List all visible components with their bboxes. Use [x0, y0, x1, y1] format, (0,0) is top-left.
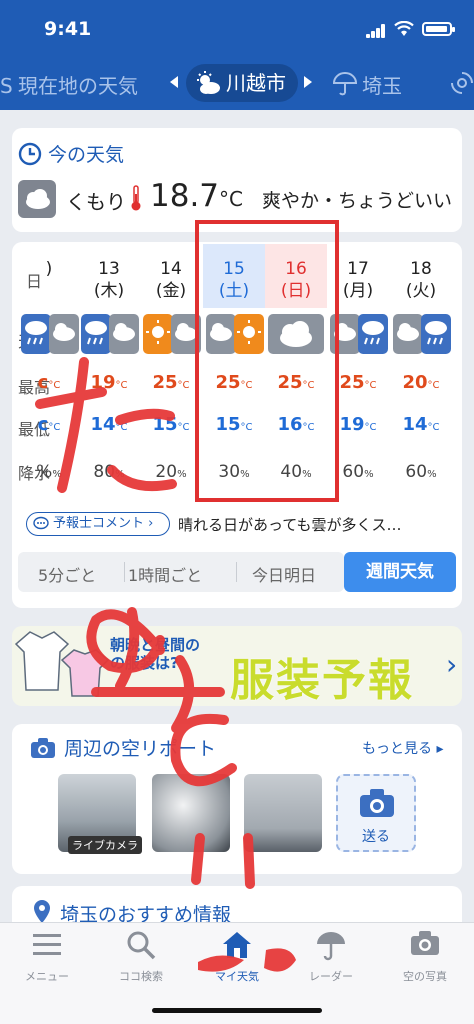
banner-title: 服装予報 [230, 655, 414, 706]
precip-chance: 60% [405, 462, 437, 482]
sun-cloud-icon [143, 314, 201, 358]
cloud-sun-icon [197, 71, 220, 94]
low-temp: 15°C [152, 414, 190, 435]
sky-photo-2[interactable] [152, 774, 230, 852]
forecaster-comment-button[interactable]: 予報士コメント › [26, 512, 170, 536]
rain-icon [81, 314, 139, 358]
precip-chance: 20% [155, 462, 187, 482]
tab-search-label: ココ検索 [119, 970, 163, 983]
live-camera-tag: ライブカメラ [68, 836, 142, 854]
prev-location-arrow-icon[interactable] [170, 76, 178, 88]
day-weekday: (木) [93, 281, 125, 301]
segment-today-tomorrow[interactable]: 今日明日 [252, 562, 316, 586]
segment-hourly[interactable]: 1時間ごと [128, 562, 202, 586]
next-location-arrow-icon[interactable] [304, 76, 312, 88]
low-temp: 14°C [90, 414, 128, 435]
see-more-link[interactable]: もっと見る ▸ [362, 738, 443, 758]
day-weekday: (金) [155, 281, 187, 301]
menu-icon [33, 934, 61, 955]
sky-photo-3[interactable] [244, 774, 322, 852]
camera-icon [31, 738, 55, 758]
tab-sky-photos-label: 空の写真 [403, 970, 447, 983]
tab-search[interactable] [96, 930, 186, 964]
high-temp: 25°C [152, 372, 190, 393]
day-column[interactable]: 18 (火) [390, 244, 452, 302]
current-condition: くもり [66, 190, 126, 214]
day-column[interactable]: ) [18, 244, 80, 280]
tab-radar[interactable] [286, 930, 376, 966]
camera-icon [411, 931, 439, 955]
app-header: 9:41 S 現在地の天気 川越市 埼玉 [0, 0, 474, 110]
tab-my-weather[interactable] [192, 930, 282, 964]
current-comfort-description: 爽やか・ちょうどいい [262, 190, 453, 212]
umbrella-icon [332, 72, 358, 96]
battery-icon [422, 22, 455, 36]
send-photo-label: 送る [362, 829, 390, 845]
cloud-rain-icon [393, 314, 451, 358]
cloud-icon [18, 180, 56, 218]
weekly-weather-button[interactable]: 週間天気 [344, 552, 456, 592]
banner-subtitle: 朝晩と昼間の の服装は? [110, 636, 201, 672]
signal-icon [366, 24, 386, 38]
precip-chance: 80% [93, 462, 125, 482]
status-time: 9:41 [44, 18, 92, 40]
tab-sky-photos[interactable] [380, 930, 470, 960]
precip-chance: %% [36, 462, 62, 482]
low-temp: c°C [37, 414, 61, 435]
day-weekday: ) [45, 259, 53, 279]
forecaster-comment-text[interactable]: 晴れる日があっても雲が多くス… [178, 514, 402, 535]
search-icon [127, 931, 156, 960]
home-indicator [152, 1008, 322, 1013]
wifi-icon [394, 21, 414, 36]
clock-icon [18, 142, 42, 166]
status-bar: 9:41 [0, 0, 474, 56]
location-tab-selected[interactable]: 川越市 [186, 64, 298, 102]
tab-menu[interactable] [2, 930, 92, 962]
current-weather-title: 今の天気 [18, 140, 124, 167]
high-temp: c°C [37, 372, 61, 393]
current-temperature-unit: °C [219, 187, 243, 211]
low-temp: 14°C [402, 414, 440, 435]
speech-bubble-icon [33, 516, 49, 530]
day-column[interactable]: 14 (金) [140, 244, 202, 302]
segment-divider [124, 562, 125, 582]
home-icon [223, 932, 251, 958]
typhoon-icon[interactable] [450, 70, 474, 96]
high-temp: 19°C [90, 372, 128, 393]
umbrella-icon [317, 932, 345, 961]
tab-radar-label: レーダー [309, 970, 353, 983]
day-date: 13 [98, 259, 120, 279]
tshirt-icon [60, 649, 110, 697]
current-temperature: 18.7 [150, 178, 220, 214]
rain-icon [21, 314, 79, 358]
annotation-red-box [195, 220, 339, 502]
day-weekday: (火) [405, 281, 437, 301]
chevron-right-icon: › [446, 648, 458, 681]
camera-icon [360, 789, 394, 817]
day-column[interactable]: 13 (木) [78, 244, 140, 302]
location-tab-current[interactable]: S 現在地の天気 [0, 70, 138, 99]
day-date: 14 [160, 259, 182, 279]
location-tab-saitama[interactable]: 埼玉 [332, 70, 402, 99]
day-date: 18 [410, 259, 432, 279]
high-temp: 20°C [402, 372, 440, 393]
sky-report-title: 周辺の空リポート [30, 734, 216, 761]
tab-my-weather-label: マイ天気 [215, 970, 259, 983]
segment-5min[interactable]: 5分ごと [38, 562, 96, 586]
segment-divider [236, 562, 237, 582]
tab-menu-label: メニュー [25, 970, 69, 983]
thermometer-icon [131, 185, 141, 211]
